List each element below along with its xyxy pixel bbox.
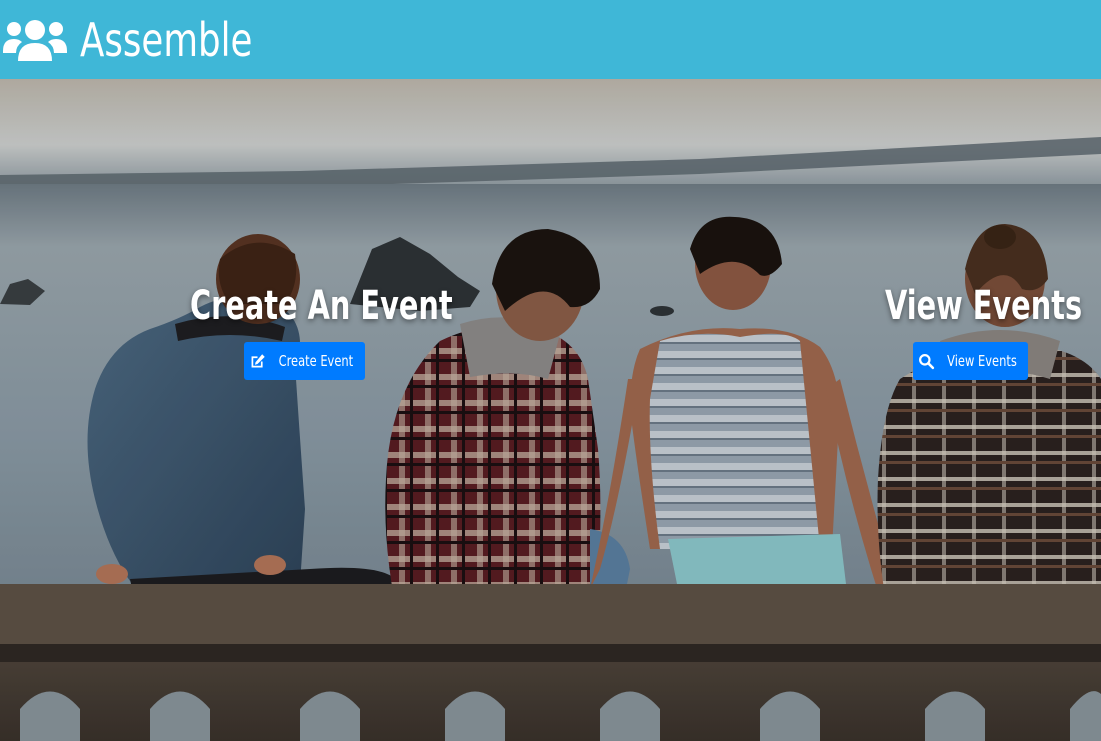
- view-events-button-label: View Events: [947, 352, 1017, 370]
- create-event-button-label: Create Event: [278, 352, 354, 370]
- hero-photo: [0, 79, 1101, 741]
- view-events-button[interactable]: View Events: [913, 342, 1028, 380]
- create-event-button[interactable]: Create Event: [244, 342, 365, 380]
- search-icon: [919, 353, 935, 369]
- hero-section: Create An Event Create Event View Events…: [0, 79, 1101, 741]
- top-navbar: Assemble: [0, 0, 1101, 79]
- create-event-heading: Create An Event: [190, 283, 453, 329]
- users-icon[interactable]: [2, 17, 68, 63]
- brand-title[interactable]: Assemble: [80, 17, 252, 63]
- edit-icon: [251, 353, 265, 367]
- view-events-heading: View Events: [885, 283, 1083, 329]
